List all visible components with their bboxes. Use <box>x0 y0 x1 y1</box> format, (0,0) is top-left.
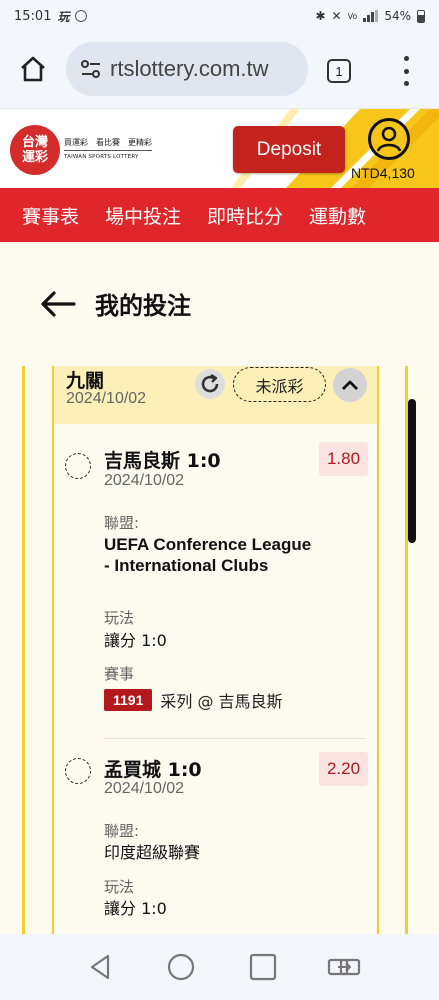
bet-date: 2024/10/02 <box>66 390 147 407</box>
leg-divider <box>104 738 366 739</box>
bet-card: 九關 2024/10/02 未派彩 吉馬良斯 1:0 2024/10/02 1.… <box>22 366 408 934</box>
refresh-icon[interactable] <box>195 369 225 399</box>
event-name: 采列 @ 吉馬良斯 <box>160 692 283 711</box>
league-label: 聯盟: <box>104 514 140 532</box>
back-arrow-icon[interactable] <box>40 289 76 319</box>
leg-date: 2024/10/02 <box>104 780 185 797</box>
bet-card-header: 九關 2024/10/02 未派彩 <box>54 366 377 424</box>
home-button-icon[interactable] <box>166 952 196 982</box>
url-text: rtslottery.com.tw <box>110 56 269 81</box>
main-nav: 賽事表 場中投注 即時比分 運動數 <box>0 188 439 242</box>
more-menu-icon[interactable] <box>398 56 414 86</box>
data-saver-icon <box>75 10 88 22</box>
browser-toolbar: rtslottery.com.tw 1 <box>0 32 439 108</box>
address-bar[interactable]: rtslottery.com.tw <box>66 42 308 96</box>
brand-tagline: 買運彩 看比賽 更精彩 TAIWAN SPORTS LOTTERY <box>64 137 152 163</box>
recent-apps-icon[interactable] <box>248 952 278 982</box>
play-label: 玩法 <box>104 878 135 896</box>
league-label: 聯盟: <box>104 822 140 840</box>
event-row: 1191 采列 @ 吉馬良斯 <box>104 688 283 712</box>
site-settings-icon[interactable] <box>80 58 102 80</box>
bet-type: 九關 <box>66 370 105 392</box>
event-label: 賽事 <box>104 665 135 683</box>
site-header: 台灣運彩 買運彩 看比賽 更精彩 TAIWAN SPORTS LOTTERY D… <box>0 108 439 188</box>
status-bar: 15:01 玩 ✱ ✕ Vo 54% <box>0 0 439 32</box>
leg-select-radio[interactable] <box>65 453 91 479</box>
nav-schedule[interactable]: 賽事表 <box>0 202 79 229</box>
nav-sports-data[interactable]: 運動數 <box>283 202 366 229</box>
brand-logo[interactable]: 台灣運彩 <box>10 125 60 175</box>
battery-icon <box>417 9 425 23</box>
mute-icon: ✕ <box>331 9 342 23</box>
bluetooth-icon: ✱ <box>315 9 326 23</box>
bet-card-body: 九關 2024/10/02 未派彩 吉馬良斯 1:0 2024/10/02 1.… <box>52 366 379 934</box>
leg-date: 2024/10/02 <box>104 472 185 489</box>
odds-badge: 2.20 <box>319 752 368 786</box>
nav-live-betting[interactable]: 場中投注 <box>79 202 181 229</box>
status-badge: 未派彩 <box>233 367 326 402</box>
battery-level: 54% <box>384 9 411 23</box>
page-title: 我的投注 <box>95 292 191 320</box>
deposit-button[interactable]: Deposit <box>233 126 345 173</box>
league-value: 印度超級聯賽 <box>104 843 201 862</box>
league-value: UEFA Conference League - International C… <box>104 535 312 575</box>
leg-team: 吉馬良斯 1:0 <box>104 450 221 472</box>
leg-team: 孟買城 1:0 <box>104 759 202 781</box>
chevron-up-icon[interactable] <box>333 368 367 402</box>
switch-app-icon[interactable] <box>326 952 362 982</box>
scrollbar-thumb[interactable] <box>408 399 416 543</box>
back-icon[interactable] <box>86 952 114 982</box>
tab-switcher-button[interactable]: 1 <box>327 59 351 83</box>
play-label: 玩法 <box>104 609 135 627</box>
odds-badge: 1.80 <box>319 442 368 476</box>
leg-select-radio[interactable] <box>65 758 91 784</box>
signal-icon <box>363 10 379 22</box>
account-balance: NTD4,130 <box>351 165 415 181</box>
nav-live-scores[interactable]: 即時比分 <box>181 202 283 229</box>
play-value: 讓分 1:0 <box>104 631 167 650</box>
system-nav-bar <box>0 934 439 1000</box>
volte-icon: Vo <box>347 11 358 21</box>
notification-icon: 玩 <box>57 9 70 24</box>
play-value: 讓分 1:0 <box>104 899 167 918</box>
event-code: 1191 <box>104 689 153 711</box>
account-icon[interactable] <box>368 118 410 160</box>
clock: 15:01 <box>14 8 52 24</box>
home-icon[interactable] <box>18 54 48 84</box>
